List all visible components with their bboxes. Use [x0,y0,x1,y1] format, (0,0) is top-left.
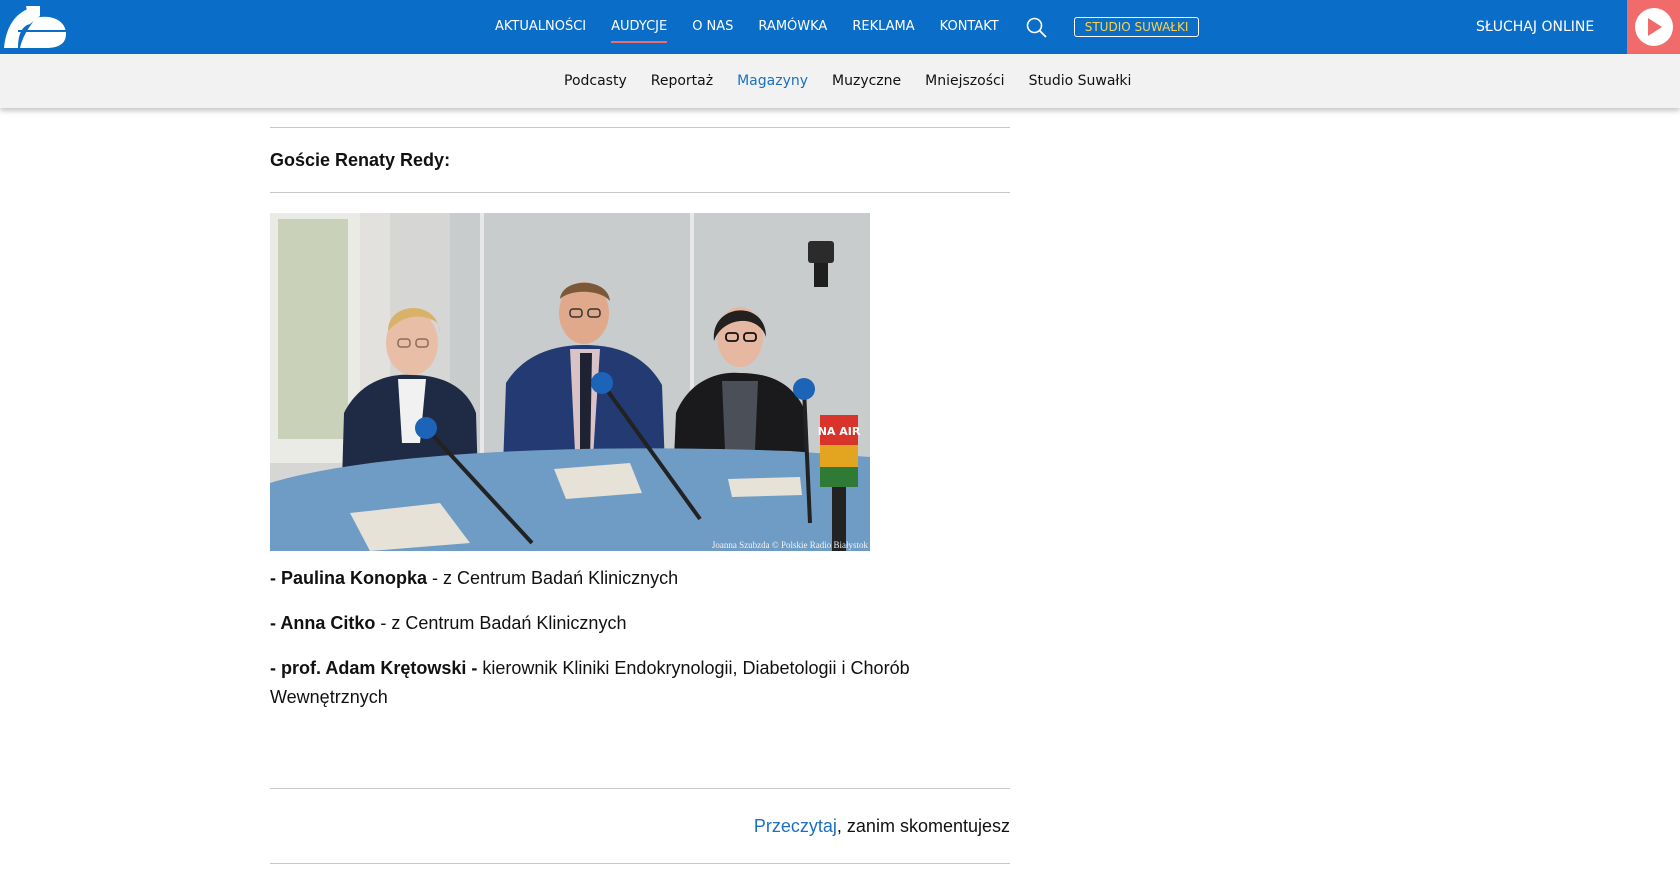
search-icon [1026,17,1047,38]
guest-sep: - [466,658,483,678]
nav-reklama[interactable]: REKLAMA [852,0,914,54]
listen-online-link[interactable]: SŁUCHAJ ONLINE [1476,0,1594,54]
guest-item: - Anna Citko - z Centrum Badań Kliniczny… [270,609,1010,638]
guest-prefix: - [270,613,281,633]
guest-sep: - [375,613,392,633]
guest-role: z Centrum Badań Klinicznych [391,613,627,633]
studio-photo-illustration: NA AIR [270,213,870,551]
nav-ramowka[interactable]: RAMÓWKA [758,0,827,54]
guest-item: - prof. Adam Krętowski - kierownik Klini… [270,654,950,712]
read-rules-link[interactable]: Przeczytaj [754,816,837,836]
article-body: Goście Renaty Redy: NA AIR Joanna Szubzd… [270,108,1010,864]
guest-name: Paulina Konopka [281,568,428,588]
play-circle [1634,8,1673,46]
main-nav: AKTUALNOŚCI AUDYCJE O NAS RAMÓWKA REKLAM… [495,0,1200,54]
studio-suwalki-button[interactable]: STUDIO SUWAŁKI [1073,17,1200,37]
guest-prefix: - [270,658,281,678]
nav-kontakt[interactable]: KONTAKT [940,0,999,54]
air-sign-text: NA AIR [818,425,861,438]
play-icon [1647,18,1662,36]
guest-sep: - [427,568,444,588]
logo-icon [4,6,66,48]
search-button[interactable] [1026,16,1048,38]
subnav-magazyny[interactable]: Magazyny [737,73,808,89]
comment-prompt: Przeczytaj, zanim skomentujesz [270,789,1010,863]
site-logo[interactable] [0,0,76,54]
guest-role: z Centrum Badań Klinicznych [443,568,679,588]
top-bar: AKTUALNOŚCI AUDYCJE O NAS RAMÓWKA REKLAM… [0,0,1680,54]
guests-photo[interactable]: NA AIR Joanna Szubzda © Polskie Radio Bi… [270,213,870,551]
subnav-podcasty[interactable]: Podcasty [564,73,627,89]
nav-aktualnosci[interactable]: AKTUALNOŚCI [495,0,586,54]
play-live-button[interactable] [1627,0,1680,54]
guests-list: - Paulina Konopka - z Centrum Badań Klin… [270,564,1010,712]
guest-item: - Paulina Konopka - z Centrum Badań Klin… [270,564,1010,593]
sub-nav-items: Podcasty Reportaż Magazyny Muzyczne Mnie… [564,54,1155,108]
divider [270,863,1010,864]
guest-name: prof. Adam Krętowski [281,658,467,678]
guest-name: Anna Citko [280,613,376,633]
comment-prompt-text: , zanim skomentujesz [836,816,1010,836]
nav-o-nas[interactable]: O NAS [692,0,733,54]
divider [270,192,1010,193]
subnav-muzyczne[interactable]: Muzyczne [832,73,901,89]
sub-nav: Podcasty Reportaż Magazyny Muzyczne Mnie… [0,54,1680,108]
subnav-reportaz[interactable]: Reportaż [651,73,713,89]
subnav-studio-suwalki[interactable]: Studio Suwałki [1029,73,1132,89]
guests-heading: Goście Renaty Redy: [270,150,451,170]
guest-prefix: - [270,568,281,588]
subnav-mniejszosci[interactable]: Mniejszości [925,73,1004,89]
photo-credit: Joanna Szubzda © Polskie Radio Białystok [711,540,868,550]
nav-audycje[interactable]: AUDYCJE [611,0,668,54]
